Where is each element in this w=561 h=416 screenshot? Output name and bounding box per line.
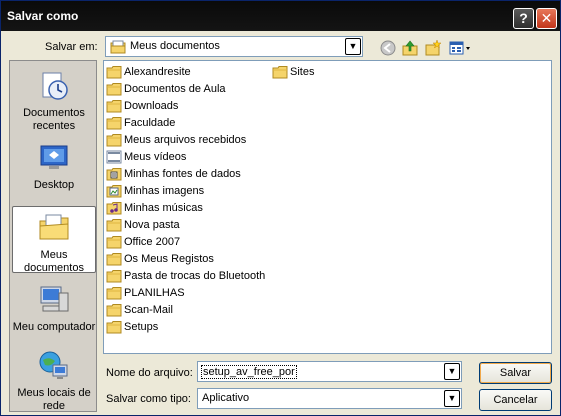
folder-icon	[106, 82, 122, 96]
folder-icon	[106, 286, 122, 300]
file-name: Alexandresite	[124, 66, 191, 78]
desktop-icon	[40, 145, 68, 169]
places-label: Documentos	[23, 107, 85, 119]
file-name: Nova pasta	[124, 219, 180, 231]
file-name: Pasta de trocas do Bluetooth	[124, 270, 266, 282]
window-title: Salvar como	[7, 9, 79, 23]
folder-icon	[106, 269, 122, 283]
file-name: Faculdade	[124, 117, 176, 129]
list-item[interactable]: Meus vídeos	[106, 149, 186, 165]
folder-icon	[106, 303, 122, 317]
cancel-button[interactable]: Cancelar	[479, 389, 552, 411]
recent-documents-icon	[42, 72, 68, 100]
list-item[interactable]: Pasta de trocas do Bluetooth	[106, 268, 265, 284]
filetype-dropdown[interactable]: Aplicativo ▼	[197, 388, 462, 409]
file-name: Documentos de Aula	[124, 83, 226, 95]
save-in-label: Salvar em:	[45, 41, 98, 53]
new-folder-icon[interactable]	[424, 39, 442, 57]
my-computer-icon	[40, 286, 69, 312]
chevron-down-icon[interactable]: ▼	[444, 390, 460, 407]
list-item[interactable]: Minhas músicas	[106, 200, 203, 216]
file-name: Meus vídeos	[124, 151, 187, 163]
filetype-value: Aplicativo	[202, 392, 250, 404]
list-item[interactable]: Documentos de Aula	[106, 81, 226, 97]
pictures-folder-icon	[106, 184, 122, 198]
save-in-dropdown[interactable]: Meus documentos ▼	[105, 36, 363, 57]
places-label: Desktop	[33, 179, 75, 191]
folder-icon	[106, 218, 122, 232]
folder-icon	[106, 252, 122, 266]
file-name: Downloads	[124, 100, 179, 112]
places-network[interactable]: Meus locais de rede	[12, 349, 96, 413]
list-item[interactable]: PLANILHAS	[106, 285, 185, 301]
list-item[interactable]: Scan-Mail	[106, 302, 173, 318]
folder-icon	[106, 116, 122, 130]
chevron-down-icon[interactable]: ▼	[345, 38, 361, 55]
list-item[interactable]: Faculdade	[106, 115, 175, 131]
file-name: Office 2007	[124, 236, 181, 248]
music-folder-icon	[106, 201, 122, 215]
list-item[interactable]: Alexandresite	[106, 64, 191, 80]
close-button[interactable]: ✕	[536, 8, 557, 29]
places-label: documentos	[24, 262, 84, 274]
filename-input[interactable]: setup_av_free_por ▼	[197, 361, 462, 382]
places-label: Meus locais de	[17, 387, 91, 399]
chevron-down-icon[interactable]: ▼	[444, 363, 460, 380]
folder-icon	[106, 235, 122, 249]
list-item[interactable]: Minhas imagens	[106, 183, 204, 199]
save-in-value: Meus documentos	[130, 40, 220, 52]
save-button[interactable]: Salvar	[479, 362, 552, 384]
file-name: Meus arquivos recebidos	[124, 134, 247, 146]
filename-value[interactable]: setup_av_free_por	[201, 365, 297, 379]
list-item[interactable]: Setups	[106, 319, 158, 335]
file-name: PLANILHAS	[124, 287, 185, 299]
places-label: recentes	[32, 120, 76, 132]
folder-icon	[272, 65, 288, 79]
places-my-documents[interactable]: Meus documentos	[12, 206, 96, 274]
file-name: Setups	[124, 321, 159, 333]
file-name: Os Meus Registos	[124, 253, 214, 265]
folder-icon	[106, 65, 122, 79]
folder-icon	[106, 320, 122, 334]
network-places-icon	[39, 351, 68, 379]
list-item[interactable]: Nova pasta	[106, 217, 180, 233]
places-label: rede	[42, 400, 66, 412]
title-bar[interactable]: Salvar como ? ✕	[1, 1, 560, 31]
places-label: Meus	[40, 249, 68, 261]
file-name: Scan-Mail	[124, 304, 173, 316]
views-menu-icon[interactable]	[448, 39, 472, 57]
my-documents-icon	[39, 214, 69, 240]
video-folder-icon	[106, 150, 122, 164]
file-name: Sites	[290, 66, 315, 78]
list-item[interactable]: Os Meus Registos	[106, 251, 214, 267]
places-desktop[interactable]: Desktop	[12, 141, 96, 192]
help-button[interactable]: ?	[513, 8, 534, 29]
places-my-computer[interactable]: Meu computador	[12, 283, 96, 334]
places-bar: Documentos recentes Desktop Meus documen…	[9, 60, 97, 412]
list-item[interactable]: Meus arquivos recebidos	[106, 132, 246, 148]
places-label: Meu computador	[12, 321, 96, 333]
list-item[interactable]: Office 2007	[106, 234, 180, 250]
my-documents-small-icon	[110, 40, 126, 54]
back-icon[interactable]	[379, 39, 397, 57]
save-as-dialog: Salvar como ? ✕ Salvar em: Meus document…	[0, 0, 561, 416]
file-name: Minhas fontes de dados	[124, 168, 241, 180]
up-folder-icon[interactable]	[401, 39, 419, 57]
file-name: Minhas imagens	[124, 185, 205, 197]
list-item[interactable]: Minhas fontes de dados	[106, 166, 241, 182]
list-item[interactable]: Sites	[272, 64, 314, 80]
filename-label: Nome do arquivo:	[106, 367, 193, 379]
data-sources-folder-icon	[106, 167, 122, 181]
places-recent-documents[interactable]: Documentos recentes	[12, 69, 96, 133]
filetype-label: Salvar como tipo:	[106, 393, 191, 405]
file-name: Minhas músicas	[124, 202, 203, 214]
folder-icon	[106, 133, 122, 147]
list-item[interactable]: Downloads	[106, 98, 178, 114]
file-list[interactable]: Alexandresite Documentos de Aula Downloads…	[103, 60, 552, 354]
folder-icon	[106, 99, 122, 113]
